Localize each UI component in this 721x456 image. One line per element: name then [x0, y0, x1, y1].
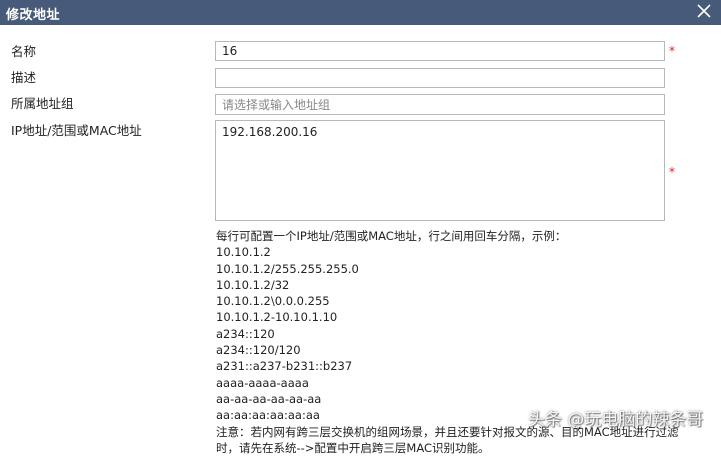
address-group-label: 所属地址组 [11, 96, 74, 111]
watermark-text: 头条 @玩电脑的辣条哥 [528, 410, 704, 430]
description-label: 描述 [11, 70, 37, 85]
name-required-mark: * [669, 44, 675, 58]
help-example: 10.10.1.2/32 [216, 277, 290, 292]
help-example: a234::120/120 [216, 343, 301, 358]
help-example: aaaa-aaaa-aaaa [216, 375, 309, 390]
name-input[interactable] [215, 41, 665, 61]
address-textarea[interactable]: 192.168.200.16 [215, 120, 665, 221]
address-group-input[interactable] [215, 94, 665, 115]
help-example: 10.10.1.2\0.0.0.255 [216, 294, 330, 309]
help-example: a231::a237-b231::b237 [216, 359, 353, 374]
address-required-mark: * [669, 165, 675, 179]
description-input[interactable] [215, 68, 665, 88]
address-label: IP地址/范围或MAC地址 [11, 123, 142, 138]
close-icon[interactable] [695, 2, 713, 20]
help-example: a234::120 [216, 326, 275, 341]
help-intro: 每行可配置一个IP地址/范围或MAC地址，行之间用回车分隔，示例： [216, 229, 567, 243]
dialog-titlebar: 修改地址 [0, 0, 721, 25]
help-example: 10.10.1.2-10.10.1.10 [216, 310, 338, 325]
name-label: 名称 [11, 44, 37, 59]
help-example: 10.10.1.2 [216, 245, 271, 260]
dialog-title: 修改地址 [6, 8, 61, 23]
help-example: 10.10.1.2/255.255.255.0 [216, 261, 359, 276]
